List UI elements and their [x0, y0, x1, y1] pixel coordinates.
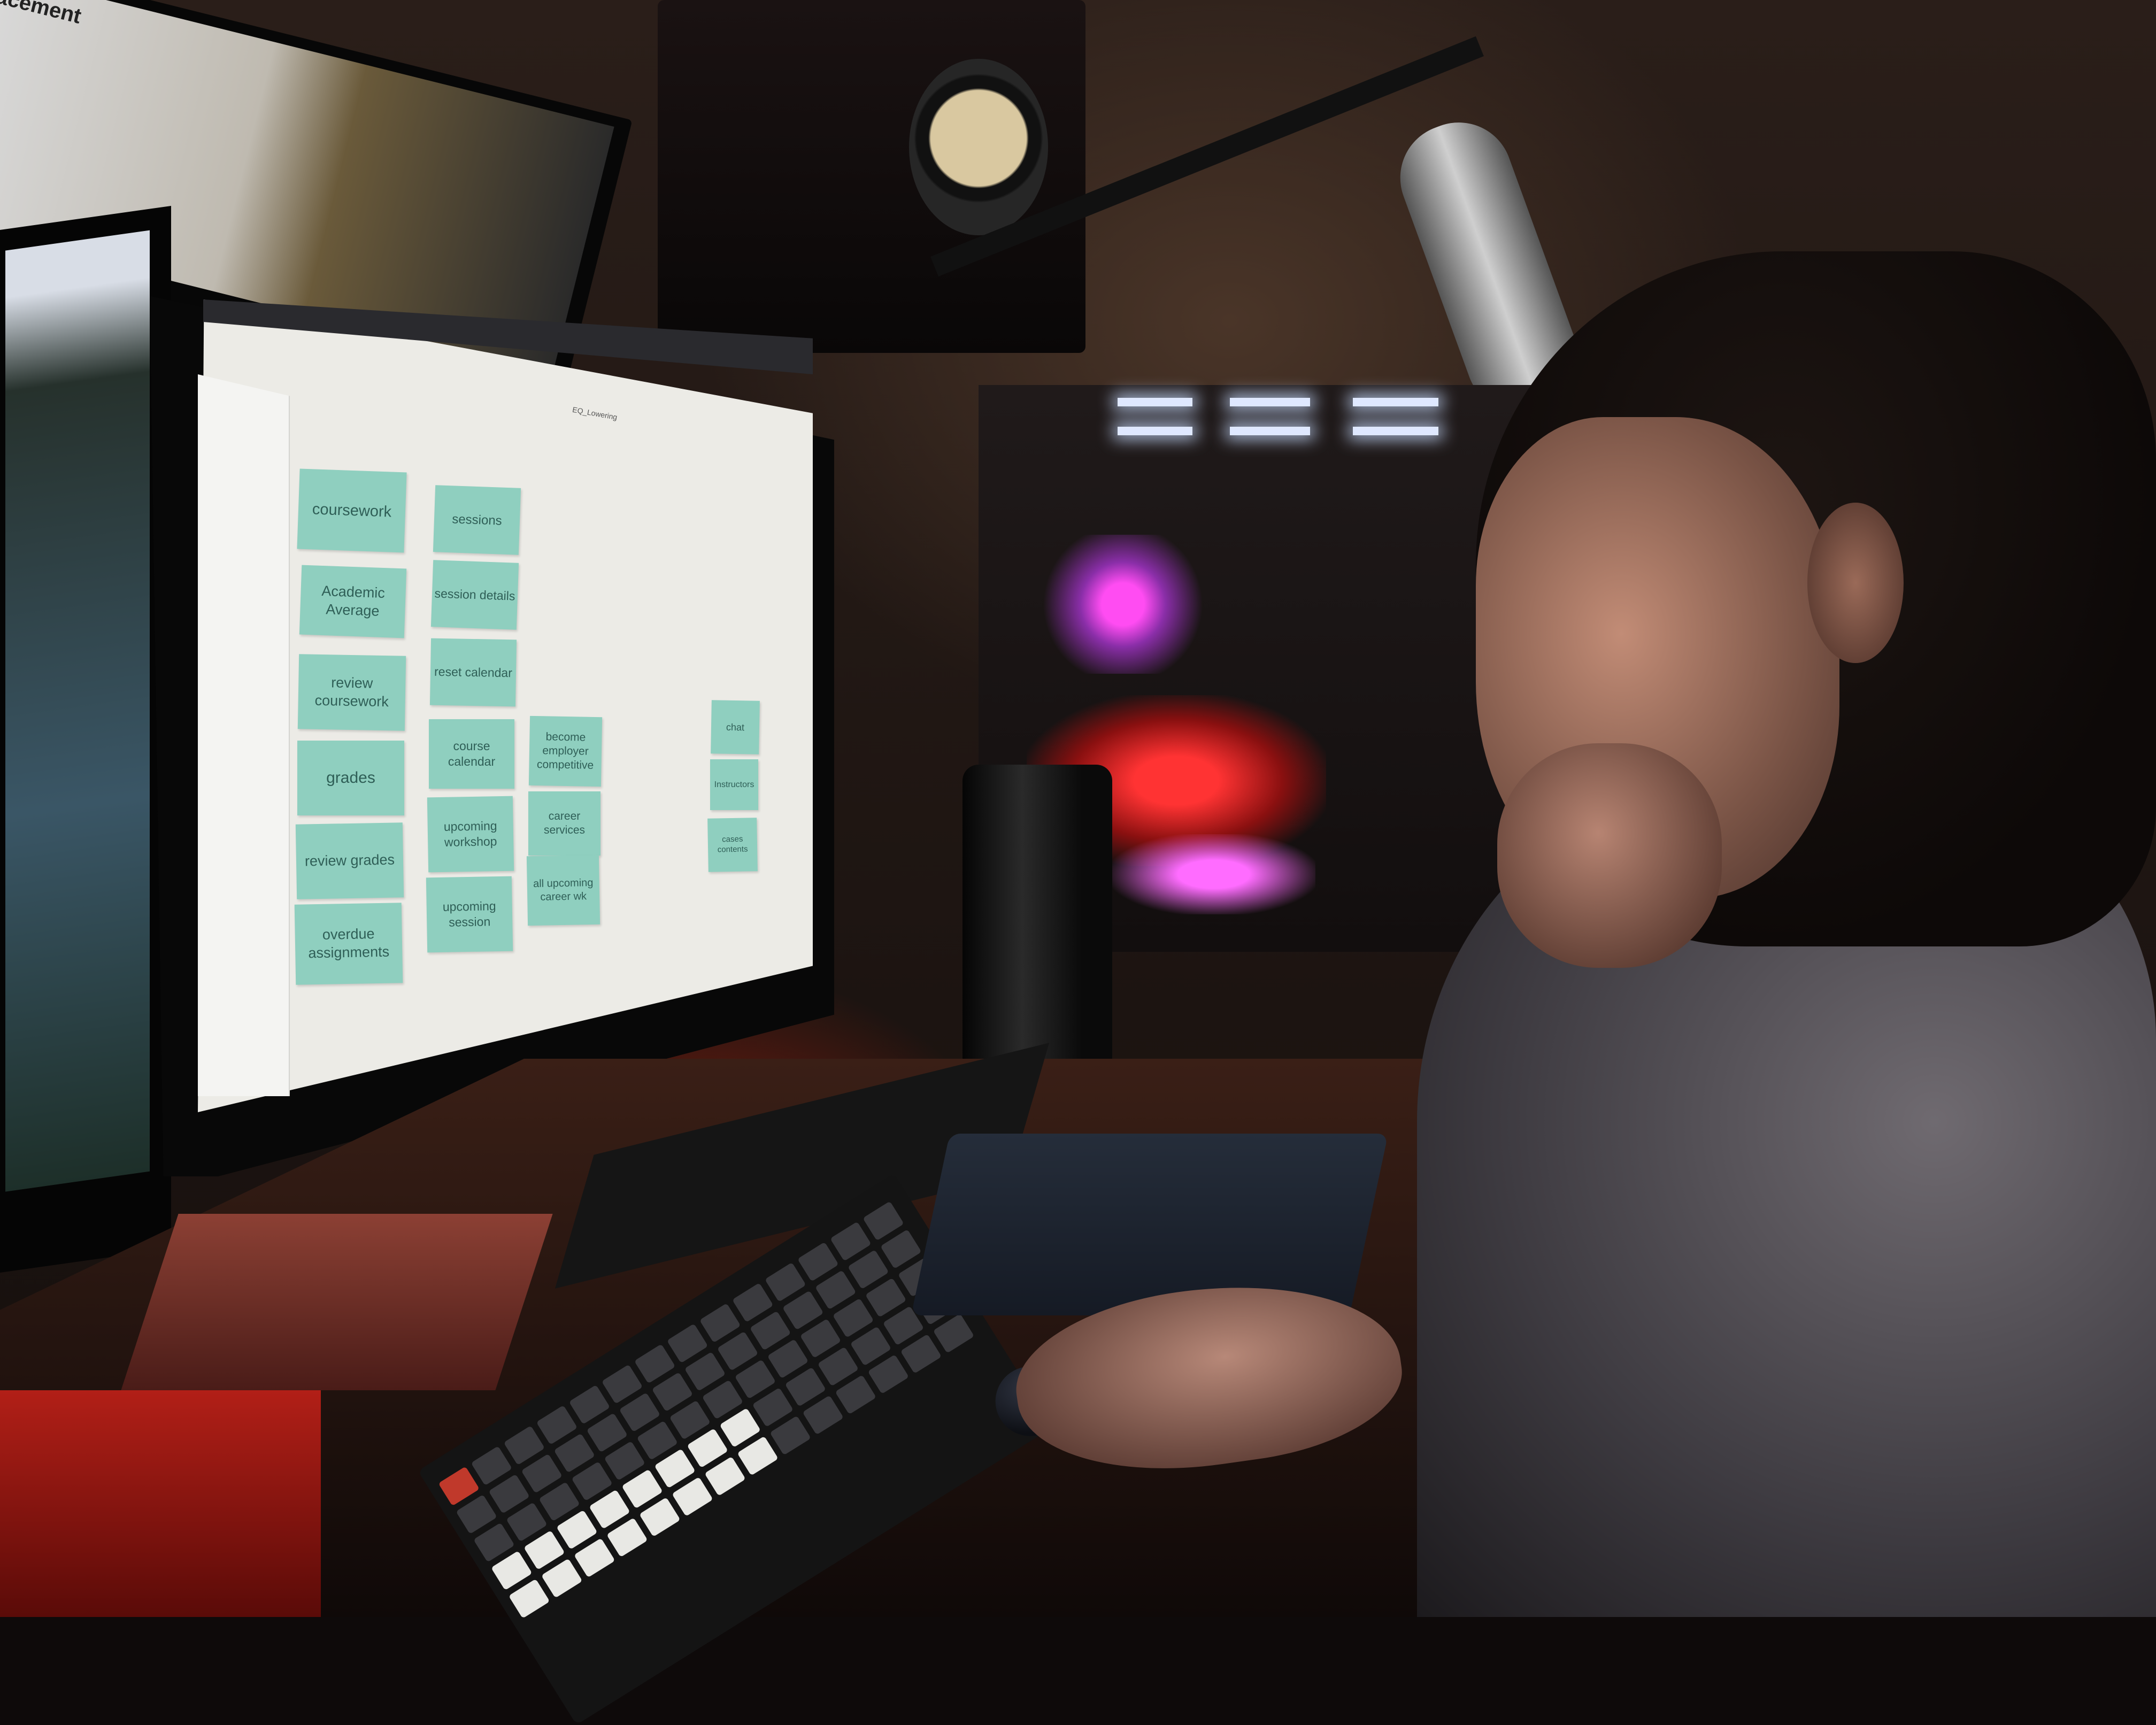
card-review-coursework: review coursework — [297, 654, 406, 731]
card-become-employer-competitive: become employer competitive — [528, 715, 603, 787]
left-monitor-screen — [5, 230, 150, 1192]
fan-light — [1353, 427, 1438, 435]
card-all-upcoming-career-wk: all upcoming career wk — [526, 854, 600, 926]
keyboard-key — [508, 1578, 550, 1619]
keyboard-key — [639, 1497, 681, 1537]
speaker-cone — [909, 59, 1048, 235]
keyboard-key — [704, 1456, 746, 1496]
keyboard-key — [574, 1538, 615, 1578]
card-academic-average: Academic Average — [299, 565, 407, 638]
keyboard-key — [769, 1415, 811, 1456]
headphone-amp — [121, 1214, 553, 1390]
closed-laptop — [911, 1134, 1389, 1315]
keyboard-key — [835, 1375, 876, 1415]
cpu-block-glow — [1043, 535, 1203, 674]
keyboard-key — [867, 1354, 910, 1395]
fan-light — [1353, 398, 1438, 406]
card-upcoming-workshop: upcoming workshop — [427, 796, 514, 873]
keyboard-key — [672, 1476, 713, 1517]
fan-light — [1230, 427, 1310, 435]
card-career-services: career services — [528, 791, 600, 856]
keyboard-key — [802, 1395, 844, 1435]
card-grades: grades — [297, 741, 404, 815]
keyboard-key — [737, 1436, 779, 1476]
card-coursework: coursework — [297, 468, 407, 553]
left-monitor — [0, 206, 171, 1273]
fan-light — [1230, 398, 1310, 406]
fan-light — [1118, 398, 1192, 406]
card-instructors: Instructors — [710, 759, 758, 810]
card-chat: chat — [711, 700, 760, 754]
card-sessions: sessions — [433, 485, 521, 555]
keyboard-key — [900, 1334, 942, 1374]
card-overdue-assignments: overdue assignments — [294, 903, 403, 985]
mac-pro-cylinder — [962, 765, 1112, 1075]
card-cases-contents: cases contents — [707, 818, 758, 872]
card-upcoming-session: upcoming session — [426, 876, 513, 953]
card-reset-calendar: reset calendar — [429, 638, 517, 707]
gpu-underglow — [1112, 834, 1315, 914]
keyboard-key — [541, 1558, 583, 1598]
card-course-calendar: course calendar — [429, 719, 514, 789]
keyboard-key — [933, 1313, 975, 1353]
studio-speaker — [658, 0, 1085, 353]
card-session-details: session details — [430, 560, 519, 630]
person-ear — [1807, 503, 1904, 663]
audio-interface — [0, 1390, 321, 1617]
keyboard-key — [606, 1518, 648, 1558]
person-hand-chin — [1497, 743, 1722, 968]
fan-light — [1118, 427, 1192, 435]
pages-sidebar — [198, 374, 290, 1096]
top-monitor-title: acement — [0, 0, 84, 28]
card-review-grades: review grades — [295, 822, 404, 899]
